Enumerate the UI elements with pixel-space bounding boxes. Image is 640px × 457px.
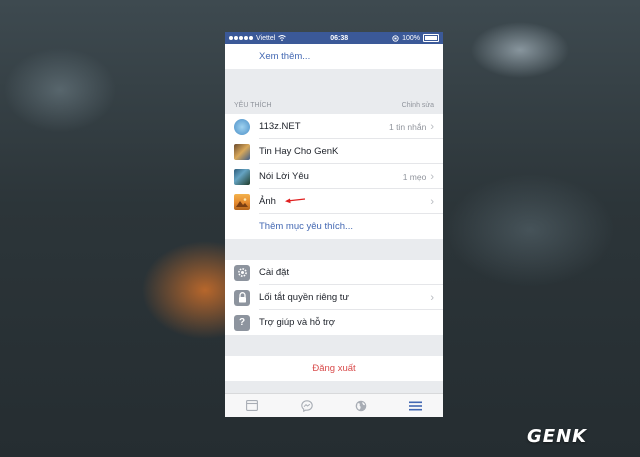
- phone-screen: Viettel 06:38 100% Xem thêm... YÊU THÍCH…: [225, 32, 443, 417]
- see-more-label: Xem thêm...: [259, 51, 311, 62]
- red-arrow-annotation: [285, 198, 306, 204]
- logout-label: Đăng xuất: [312, 363, 356, 374]
- page-avatar-icon: [234, 118, 250, 135]
- clock: 06:38: [330, 34, 349, 42]
- genk-watermark-logo: GENK: [527, 426, 588, 447]
- carrier-name: Viettel: [256, 34, 276, 42]
- favorite-item-label: 113z.NET: [259, 121, 301, 132]
- help-support-item[interactable]: ? Trợ giúp và hỗ trợ: [225, 310, 443, 335]
- page-avatar-icon: [234, 143, 250, 160]
- privacy-shortcuts-label: Lối tắt quyền riêng tư: [259, 292, 349, 303]
- news-feed-icon[interactable]: [242, 398, 262, 414]
- page-avatar-icon: [234, 168, 250, 185]
- add-favorite-link[interactable]: Thêm mục yêu thích...: [225, 214, 443, 239]
- lock-icon: [234, 289, 250, 306]
- favorite-item-badge: 1 mẹo: [402, 171, 427, 182]
- gear-icon: [234, 264, 250, 281]
- favorite-item-photos[interactable]: Ảnh ›: [225, 189, 443, 214]
- battery-percent: 100%: [402, 34, 420, 42]
- favorite-item-label: Tin Hay Cho GenK: [259, 146, 339, 157]
- settings-item[interactable]: Cài đặt: [225, 260, 443, 285]
- see-more-link[interactable]: Xem thêm...: [225, 44, 443, 69]
- favorite-item-badge: 1 tin nhắn: [388, 121, 427, 132]
- status-bar: Viettel 06:38 100%: [225, 32, 443, 44]
- chevron-right-icon: ›: [430, 291, 434, 304]
- tab-bar: [225, 393, 443, 417]
- menu-icon[interactable]: [406, 398, 426, 414]
- favorites-title: YÊU THÍCH: [234, 102, 272, 109]
- privacy-shortcuts-item[interactable]: Lối tắt quyền riêng tư ›: [225, 285, 443, 310]
- favorite-item-113z[interactable]: 113z.NET 1 tin nhắn ›: [225, 114, 443, 139]
- help-support-label: Trợ giúp và hỗ trợ: [259, 317, 335, 328]
- battery-icon: [423, 34, 439, 42]
- logout-button[interactable]: Đăng xuất: [225, 356, 443, 381]
- edit-favorites-button[interactable]: Chỉnh sửa: [402, 102, 434, 109]
- favorite-item-noi-loi-yeu[interactable]: Nói Lời Yêu 1 mẹo ›: [225, 164, 443, 189]
- wifi-icon: [278, 35, 287, 41]
- messenger-icon[interactable]: [297, 398, 317, 414]
- favorite-item-genk[interactable]: Tin Hay Cho GenK: [225, 139, 443, 164]
- rotation-lock-icon: [392, 34, 399, 42]
- photos-icon: [234, 193, 250, 210]
- chevron-right-icon: ›: [430, 170, 434, 183]
- favorites-header: YÊU THÍCH Chỉnh sửa: [225, 88, 443, 114]
- add-favorite-label: Thêm mục yêu thích...: [259, 221, 353, 232]
- favorite-item-label: Nói Lời Yêu: [259, 171, 309, 182]
- chevron-right-icon: ›: [430, 120, 434, 133]
- question-icon: ?: [234, 314, 250, 331]
- chevron-right-icon: ›: [430, 195, 434, 208]
- settings-label: Cài đặt: [259, 267, 290, 278]
- signal-icon: [229, 36, 253, 40]
- globe-icon[interactable]: [351, 398, 371, 414]
